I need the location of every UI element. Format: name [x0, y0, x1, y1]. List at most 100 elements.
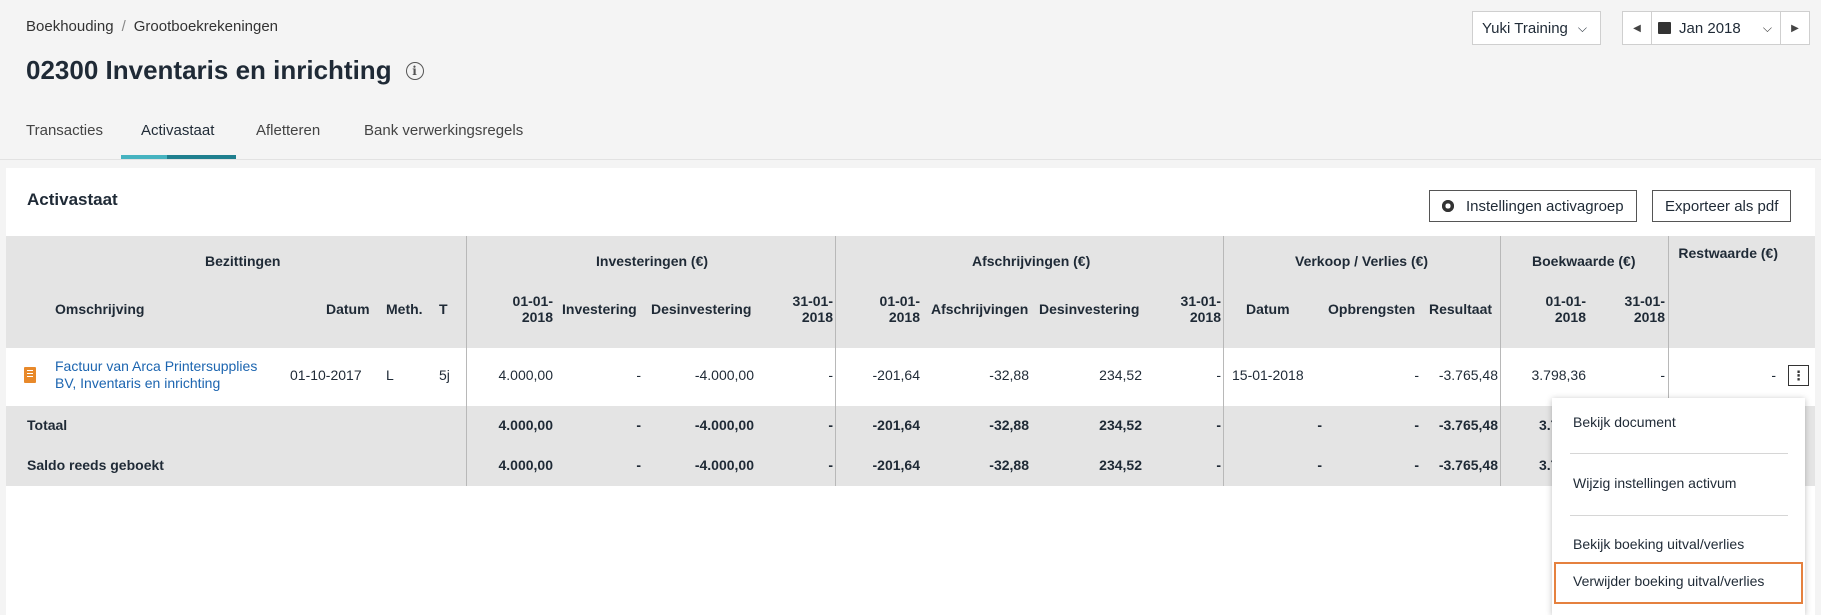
- totaal-opbrengsten: -: [1414, 417, 1419, 433]
- next-period-button[interactable]: ▶: [1781, 12, 1809, 44]
- saldo-label: Saldo reeds geboekt: [27, 457, 164, 473]
- document-icon[interactable]: [24, 367, 36, 383]
- col-afs-end-line2: 2018: [1189, 309, 1221, 325]
- column-divider: [466, 446, 467, 486]
- column-divider: [466, 348, 467, 406]
- col-inv-end-line1: 31-01-: [792, 293, 833, 309]
- chevron-down-icon: ⌵: [1762, 20, 1772, 35]
- tab-bank-verwerkingsregels[interactable]: Bank verwerkingsregels: [364, 122, 523, 139]
- menu-item-wijzig-instellingen[interactable]: Wijzig instellingen activum: [1573, 475, 1736, 491]
- menu-item-bekijk-boeking[interactable]: Bekijk boeking uitval/verlies: [1573, 536, 1744, 552]
- col-datum[interactable]: Datum: [326, 301, 370, 317]
- asset-description-link[interactable]: Factuur van Arca Printersupplies BV, Inve…: [55, 358, 257, 392]
- table-row: Factuur van Arca Printersupplies BV, Inve…: [6, 348, 1815, 406]
- saldo-resultaat: -3.765,48: [1438, 457, 1498, 473]
- period-selector: ◀ Jan 2018 ⌵ ▶: [1622, 11, 1810, 45]
- saldo-desinvestering: -4.000,00: [694, 457, 754, 473]
- period-select[interactable]: Jan 2018 ⌵: [1651, 12, 1781, 44]
- settings-activagroep-button[interactable]: Instellingen activagroep: [1429, 190, 1637, 222]
- group-verkoop-verlies: Verkoop / Verlies (€): [1295, 253, 1429, 269]
- company-select[interactable]: Yuki Training ⌵: [1472, 11, 1601, 45]
- settings-button-label: Instellingen activagroep: [1466, 197, 1624, 215]
- group-bezittingen: Bezittingen: [205, 253, 281, 269]
- tab-activastaat[interactable]: Activastaat: [141, 122, 214, 139]
- col-bw-end-line1: 31-01-: [1624, 293, 1665, 309]
- col-omschrijving[interactable]: Omschrijving: [55, 301, 144, 317]
- totaal-inv-start: 4.000,00: [498, 417, 554, 433]
- group-afschrijvingen: Afschrijvingen (€): [972, 253, 1091, 269]
- totaal-inv-end: -: [828, 417, 833, 433]
- col-t[interactable]: T: [439, 301, 448, 317]
- col-afs-end[interactable]: 31-01- 2018: [1154, 293, 1221, 325]
- tab-afletteren[interactable]: Afletteren: [256, 122, 320, 139]
- col-verkoop-datum[interactable]: Datum: [1246, 301, 1290, 317]
- breadcrumb: Boekhouding / Grootboekrekeningen: [26, 18, 278, 35]
- page-title-row: 02300 Inventaris en inrichting i: [26, 55, 424, 86]
- col-afs-end-line1: 31-01-: [1180, 293, 1221, 309]
- saldo-inv-start: 4.000,00: [498, 457, 554, 473]
- info-icon[interactable]: i: [405, 61, 424, 80]
- totaal-label: Totaal: [27, 417, 68, 433]
- col-afschrijvingen[interactable]: Afschrijvingen: [931, 301, 1028, 317]
- totaal-afs-start: -201,64: [872, 417, 920, 433]
- breadcrumb-separator: /: [121, 18, 126, 35]
- breadcrumb-boekhouding[interactable]: Boekhouding: [26, 18, 114, 35]
- panel-title: Activastaat: [27, 190, 118, 209]
- col-resultaat[interactable]: Resultaat: [1429, 301, 1492, 317]
- col-inv-end-line2: 2018: [801, 309, 833, 325]
- cell-restwaarde: -: [1771, 367, 1776, 383]
- group-boekwaarde: Boekwaarde (€): [1532, 253, 1636, 269]
- col-investering[interactable]: Investering: [562, 301, 637, 317]
- cell-desinvestering: -4.000,00: [694, 367, 754, 383]
- row-actions-button[interactable]: ⋮: [1788, 365, 1809, 386]
- col-afs-start[interactable]: 01-01- 2018: [853, 293, 920, 325]
- asset-description-line2: BV, Inventaris en inrichting: [55, 375, 221, 391]
- col-afs-desinvestering[interactable]: Desinvestering: [1039, 301, 1139, 317]
- column-divider: [1223, 348, 1224, 406]
- column-divider: [835, 348, 836, 406]
- prev-period-button[interactable]: ◀: [1623, 12, 1651, 44]
- col-afs-start-line1: 01-01-: [879, 293, 920, 309]
- tab-bar: Transacties Activastaat Afletteren Bank …: [0, 110, 1821, 160]
- saldo-afs-start: -201,64: [872, 457, 920, 473]
- col-inv-start[interactable]: 01-01- 2018: [486, 293, 553, 325]
- col-opbrengsten[interactable]: Opbrengsten: [1328, 301, 1415, 317]
- col-inv-end[interactable]: 31-01- 2018: [766, 293, 833, 325]
- col-meth[interactable]: Meth.: [386, 301, 423, 317]
- column-divider: [1500, 236, 1501, 348]
- totaal-desinvestering: -4.000,00: [694, 417, 754, 433]
- page-title: 02300 Inventaris en inrichting: [26, 55, 392, 85]
- cell-investering: -: [636, 367, 641, 383]
- cell-datum: 01-10-2017: [290, 367, 362, 383]
- col-bw-start-line1: 01-01-: [1545, 293, 1586, 309]
- menu-item-bekijk-document[interactable]: Bekijk document: [1573, 414, 1676, 430]
- page-header: Boekhouding / Grootboekrekeningen 02300 …: [0, 0, 1821, 160]
- export-pdf-button[interactable]: Exporteer als pdf: [1652, 190, 1792, 222]
- column-divider: [835, 406, 836, 446]
- table-row-totaal: Totaal 4.000,00 - -4.000,00 - -201,64 -3…: [6, 406, 1815, 446]
- table-header: Bezittingen Investeringen (€) Afschrijvi…: [6, 236, 1815, 348]
- col-bw-end[interactable]: 31-01- 2018: [1598, 293, 1665, 325]
- chevron-down-icon: ⌵: [1577, 20, 1587, 35]
- col-desinvestering[interactable]: Desinvestering: [651, 301, 751, 317]
- menu-item-verwijder-boeking[interactable]: Verwijder boeking uitval/verlies: [1573, 573, 1764, 589]
- cell-meth: L: [386, 367, 394, 383]
- menu-divider: [1570, 515, 1788, 516]
- cell-afs-desinvestering: 234,52: [1099, 367, 1142, 383]
- column-divider: [1223, 446, 1224, 486]
- cell-opbrengsten: -: [1414, 367, 1419, 383]
- col-bw-start[interactable]: 01-01- 2018: [1519, 293, 1586, 325]
- saldo-verkoop-datum: -: [1317, 457, 1322, 473]
- col-afs-start-line2: 2018: [888, 309, 920, 325]
- breadcrumb-grootboekrekeningen[interactable]: Grootboekrekeningen: [134, 18, 278, 35]
- totaal-afs-desinvestering: 234,52: [1099, 417, 1142, 433]
- totaal-afschrijvingen: -32,88: [989, 417, 1029, 433]
- active-tab-indicator: [121, 155, 236, 159]
- saldo-afs-end: -: [1216, 457, 1221, 473]
- export-button-label: Exporteer als pdf: [1665, 197, 1779, 215]
- totaal-investering: -: [636, 417, 641, 433]
- column-divider: [466, 236, 467, 348]
- tab-transacties[interactable]: Transacties: [26, 122, 103, 139]
- cell-t: 5j: [439, 367, 450, 383]
- cell-bw-end: -: [1660, 367, 1665, 383]
